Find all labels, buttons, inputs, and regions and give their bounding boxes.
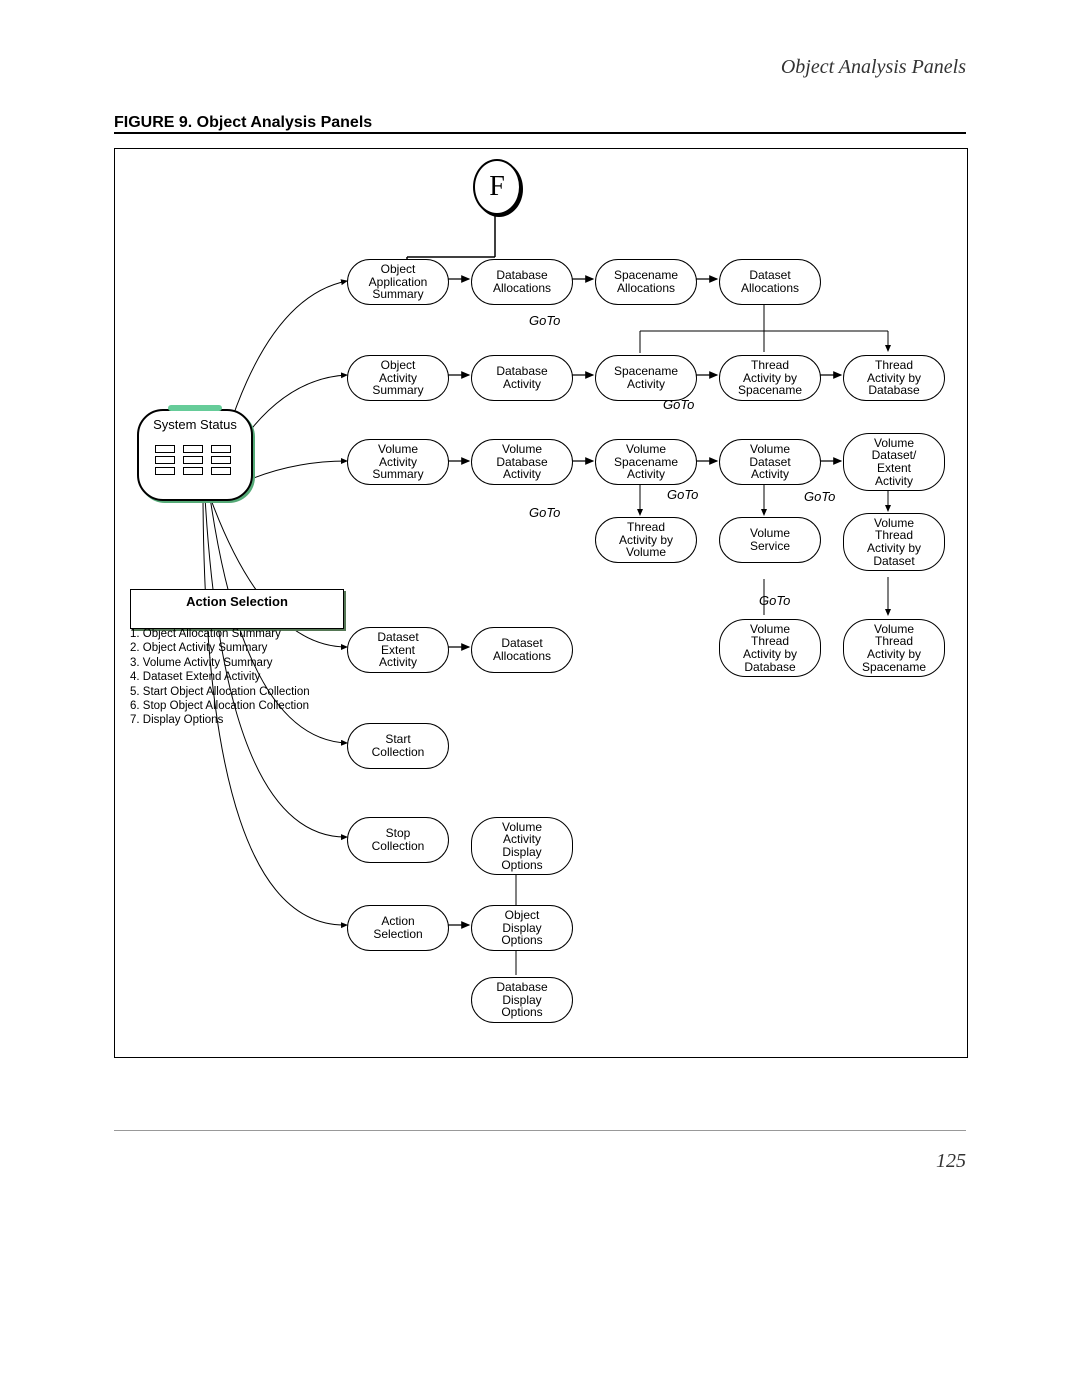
node-thread-activity-volume: ThreadActivity byVolume bbox=[595, 517, 697, 563]
action-selection-title: Action Selection bbox=[141, 594, 333, 609]
page: Object Analysis Panels FIGURE 9. Object … bbox=[0, 0, 1080, 1397]
node-volume-thread-activity-database: VolumeThreadActivity byDatabase bbox=[719, 619, 821, 677]
page-number: 125 bbox=[936, 1150, 966, 1173]
goto-label-1: GoTo bbox=[529, 313, 560, 328]
node-volume-dataset-extent-activity: VolumeDataset/ExtentActivity bbox=[843, 433, 945, 491]
system-status-bars-icon bbox=[155, 445, 231, 475]
node-thread-activity-database: ThreadActivity byDatabase bbox=[843, 355, 945, 401]
node-dataset-extent-activity: DatasetExtentActivity bbox=[347, 627, 449, 673]
goto-label-4: GoTo bbox=[759, 593, 790, 608]
node-volume-thread-activity-spacename: VolumeThreadActivity bySpacename bbox=[843, 619, 945, 677]
action-item-4: 4. Dataset Extend Activity bbox=[130, 670, 340, 684]
node-dataset-allocations: DatasetAllocations bbox=[719, 259, 821, 305]
start-circle: F bbox=[473, 159, 521, 215]
node-volume-spacename-activity: VolumeSpacenameActivity bbox=[595, 439, 697, 485]
goto-label-r3b: GoTo bbox=[804, 489, 835, 504]
node-action-selection: ActionSelection bbox=[347, 905, 449, 951]
action-item-6: 6. Stop Object Allocation Collection bbox=[130, 699, 340, 713]
goto-label-r3a: GoTo bbox=[667, 487, 698, 502]
node-database-allocations: DatabaseAllocations bbox=[471, 259, 573, 305]
action-item-7: 7. Display Options bbox=[130, 713, 340, 727]
node-volume-activity-display-options: VolumeActivityDisplayOptions bbox=[471, 817, 573, 875]
node-database-display-options: DatabaseDisplayOptions bbox=[471, 977, 573, 1023]
action-selection-box: Action Selection bbox=[130, 589, 344, 629]
goto-label-3: GoTo bbox=[529, 505, 560, 520]
diagram-frame: F ObjectApplicationSummary DatabaseAlloc… bbox=[114, 148, 968, 1058]
node-volume-dataset-activity: VolumeDatasetActivity bbox=[719, 439, 821, 485]
action-selection-list: 1. Object Allocation Summary 2. Object A… bbox=[130, 627, 340, 728]
node-spacename-activity: SpacenameActivity bbox=[595, 355, 697, 401]
node-dataset-allocations-2: DatasetAllocations bbox=[471, 627, 573, 673]
node-database-activity: DatabaseActivity bbox=[471, 355, 573, 401]
action-item-1: 1. Object Allocation Summary bbox=[130, 627, 340, 641]
system-status-label: System Status bbox=[149, 417, 241, 432]
action-item-5: 5. Start Object Allocation Collection bbox=[130, 685, 340, 699]
node-stop-collection: StopCollection bbox=[347, 817, 449, 863]
node-volume-thread-activity-dataset: VolumeThreadActivity byDataset bbox=[843, 513, 945, 571]
node-volume-database-activity: VolumeDatabaseActivity bbox=[471, 439, 573, 485]
footer-rule bbox=[114, 1130, 966, 1131]
node-volume-activity-summary: VolumeActivitySummary bbox=[347, 439, 449, 485]
header-title: Object Analysis Panels bbox=[781, 56, 966, 79]
action-item-3: 3. Volume Activity Summary bbox=[130, 656, 340, 670]
node-object-display-options: ObjectDisplayOptions bbox=[471, 905, 573, 951]
action-item-2: 2. Object Activity Summary bbox=[130, 641, 340, 655]
node-object-activity-summary: ObjectActivitySummary bbox=[347, 355, 449, 401]
figure-caption: FIGURE 9. Object Analysis Panels bbox=[114, 114, 372, 132]
node-thread-activity-spacename: ThreadActivity bySpacename bbox=[719, 355, 821, 401]
node-spacename-allocations: SpacenameAllocations bbox=[595, 259, 697, 305]
node-object-application-summary: ObjectApplicationSummary bbox=[347, 259, 449, 305]
goto-label-2: GoTo bbox=[663, 397, 694, 412]
node-volume-service: VolumeService bbox=[719, 517, 821, 563]
caption-rule bbox=[114, 132, 966, 134]
node-start-collection: StartCollection bbox=[347, 723, 449, 769]
